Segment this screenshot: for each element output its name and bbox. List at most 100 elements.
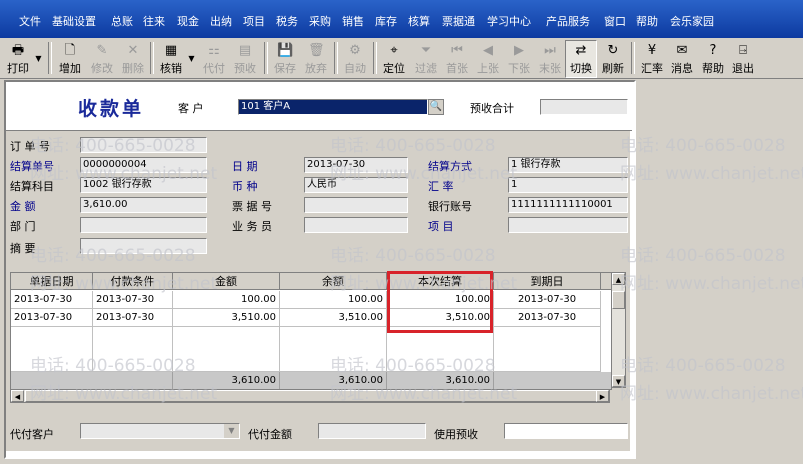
locate-button[interactable]: ⌖ 定位 (378, 40, 410, 78)
refresh-button[interactable]: ↻ 刷新 (597, 40, 629, 78)
pay-customer-field[interactable] (80, 423, 240, 439)
add-button[interactable]: 🗋 增加 (54, 40, 86, 78)
scroll-up-icon[interactable]: ▲ (612, 273, 625, 285)
discard-button[interactable]: 🗑 放弃 (300, 40, 332, 78)
print-dropdown-arrow[interactable]: ▼ (33, 40, 44, 78)
menu-bills[interactable]: 票据通 (442, 13, 475, 29)
menu-cashier[interactable]: 出纳 (210, 13, 232, 29)
table-cell[interactable]: 2013-07-30 (11, 309, 93, 327)
table-cell[interactable] (387, 327, 494, 372)
currency-field[interactable]: 人民币 (304, 177, 408, 193)
grid-header-pay-terms[interactable]: 付款条件 (93, 273, 173, 290)
customer-search-icon[interactable]: 🔍 (428, 99, 444, 115)
grid-header-balance[interactable]: 余额 (280, 273, 387, 290)
menu-file[interactable]: 文件 (19, 13, 41, 29)
menu-club[interactable]: 会乐家园 (670, 13, 714, 29)
help-bulb-icon: ? (709, 43, 717, 58)
use-prepay-field[interactable] (504, 423, 628, 439)
help-button[interactable]: ? 帮助 (697, 40, 729, 78)
scroll-right-icon[interactable]: ▶ (596, 390, 609, 402)
verify-button[interactable]: ▦ 核销 (155, 40, 187, 78)
pay-customer-label: 代付客户 (10, 428, 54, 441)
menu-product-service[interactable]: 产品服务 (546, 13, 590, 29)
amount-field[interactable]: 3,610.00 (80, 197, 207, 213)
menu-basic-settings[interactable]: 基础设置 (52, 13, 96, 29)
order-no-field[interactable] (80, 137, 207, 153)
scroll-left-icon[interactable]: ◀ (11, 390, 24, 402)
menu-tax[interactable]: 税务 (276, 13, 298, 29)
table-cell[interactable] (494, 327, 601, 372)
grid-header-amount[interactable]: 金额 (173, 273, 280, 290)
prev-record-button[interactable]: ◀ 上张 (472, 40, 504, 78)
table-cell[interactable]: 2013-07-30 (494, 309, 601, 327)
switch-button[interactable]: ⇄ 切换 (565, 40, 597, 78)
settle-subject-field[interactable]: 1002 银行存款 (80, 177, 207, 193)
dept-field[interactable] (80, 217, 207, 233)
table-cell[interactable] (280, 327, 387, 372)
edit-button[interactable]: ✎ 修改 (86, 40, 118, 78)
project-field[interactable] (508, 217, 628, 233)
bill-no-field[interactable] (304, 197, 408, 213)
grid-header-doc-date[interactable]: 单据日期 (11, 273, 93, 290)
scroll-down-icon[interactable]: ▼ (612, 375, 625, 387)
last-record-button[interactable]: ⏭ 末张 (534, 40, 566, 78)
prepay-total-label: 预收合计 (470, 102, 514, 115)
chevron-down-icon[interactable]: ▼ (224, 424, 239, 438)
save-button[interactable]: 💾 保存 (269, 40, 301, 78)
grid-horizontal-scrollbar[interactable]: ◀ ▶ (10, 389, 610, 403)
table-cell[interactable]: 2013-07-30 (93, 309, 173, 327)
table-cell[interactable] (11, 327, 93, 372)
print-button[interactable]: 🖶 打印 (2, 40, 34, 78)
exchange-rate-field[interactable]: 1 (508, 177, 628, 193)
toolbar-separator (150, 42, 154, 74)
bill-no-label: 票 据 号 (232, 200, 272, 213)
menu-help[interactable]: 帮助 (636, 13, 658, 29)
menu-window[interactable]: 窗口 (604, 13, 626, 29)
grid-vertical-scrollbar[interactable]: ▲ ▼ (611, 272, 626, 388)
menu-sales[interactable]: 销售 (342, 13, 364, 29)
table-cell[interactable]: 100.00 (173, 291, 280, 309)
menu-inventory[interactable]: 库存 (375, 13, 397, 29)
form-title: 收款单 (78, 98, 145, 120)
settle-no-field[interactable]: 0000000004 (80, 157, 207, 173)
scroll-thumb[interactable] (25, 390, 605, 402)
auto-button[interactable]: ⚙ 自动 (339, 40, 371, 78)
message-button[interactable]: ✉ 消息 (666, 40, 698, 78)
scroll-thumb[interactable] (612, 291, 625, 309)
summary-field[interactable] (80, 238, 207, 254)
currency-label: 币 种 (232, 180, 258, 193)
filter-button[interactable]: ⏷ 过滤 (410, 40, 442, 78)
menu-cash[interactable]: 现金 (177, 13, 199, 29)
settlement-grid[interactable]: 单据日期 付款条件 金额 余额 本次结算 到期日 2013-07-30 2013… (10, 272, 612, 390)
table-cell[interactable] (173, 327, 280, 372)
table-cell[interactable] (93, 327, 173, 372)
dept-label: 部 门 (10, 220, 36, 233)
menu-purchase[interactable]: 采购 (309, 13, 331, 29)
next-record-button[interactable]: ▶ 下张 (503, 40, 535, 78)
settle-method-field[interactable]: 1 银行存款 (508, 157, 628, 173)
menu-general-ledger[interactable]: 总账 (111, 13, 133, 29)
menu-project[interactable]: 项目 (243, 13, 265, 29)
table-cell[interactable]: 2013-07-30 (494, 291, 601, 309)
first-record-button[interactable]: ⏮ 首张 (441, 40, 473, 78)
salesman-field[interactable] (304, 217, 408, 233)
menu-transactions[interactable]: 往来 (143, 13, 165, 29)
pay-for-button[interactable]: ⚏ 代付 (199, 40, 229, 78)
prepay-button[interactable]: ▤ 预收 (229, 40, 261, 78)
menu-accounting[interactable]: 核算 (408, 13, 430, 29)
table-cell[interactable]: 2013-07-30 (93, 291, 173, 309)
grid-header-due-date[interactable]: 到期日 (494, 273, 601, 290)
exchange-rate-button[interactable]: ¥ 汇率 (636, 40, 668, 78)
date-field[interactable]: 2013-07-30 (304, 157, 408, 173)
exit-button[interactable]: ⍈ 退出 (727, 40, 759, 78)
table-cell[interactable]: 3,510.00 (173, 309, 280, 327)
delete-button[interactable]: ✕ 删除 (117, 40, 149, 78)
table-cell[interactable]: 3,510.00 (280, 309, 387, 327)
pay-amount-field[interactable] (318, 423, 426, 439)
table-cell[interactable]: 2013-07-30 (11, 291, 93, 309)
table-cell[interactable]: 100.00 (280, 291, 387, 309)
bank-account-field[interactable]: 1111111111110001 (508, 197, 628, 213)
customer-field[interactable]: 101 客户A (238, 99, 428, 115)
verify-dropdown-arrow[interactable]: ▼ (186, 40, 197, 78)
menu-learning-center[interactable]: 学习中心 (487, 13, 531, 29)
